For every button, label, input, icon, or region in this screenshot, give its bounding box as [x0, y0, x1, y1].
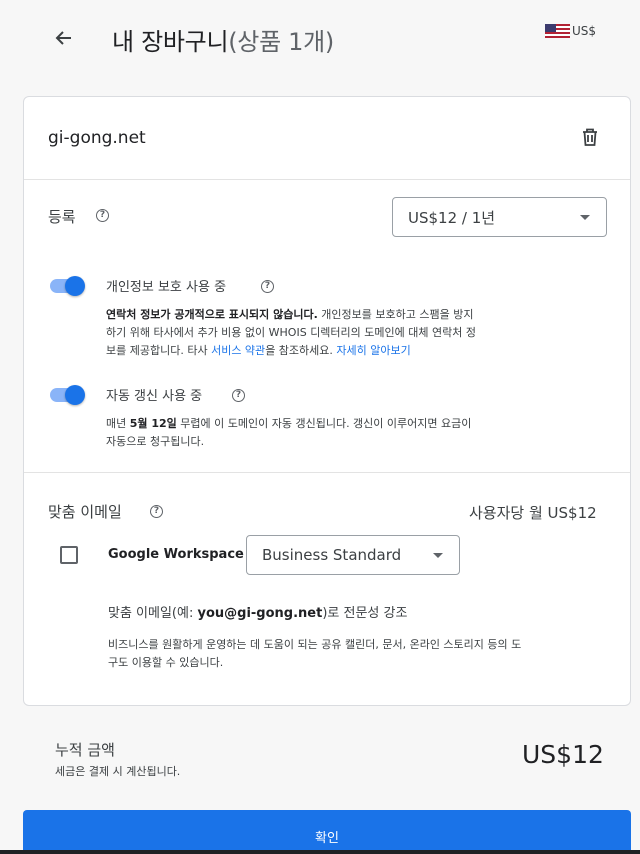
domain-name: gi-gong.net [48, 128, 146, 148]
registration-help-icon[interactable]: ? [96, 209, 109, 222]
email-promo: 맞춤 이메일(예: you@gi-gong.net)로 전문성 강조 [108, 602, 407, 621]
email-price: 사용자당 월 US$12 [469, 504, 597, 522]
header: 내 장바구니(상품 1개) US$ [0, 0, 640, 78]
chevron-down-icon [433, 553, 443, 558]
privacy-toggle[interactable] [49, 276, 86, 296]
toggle-knob [65, 276, 85, 296]
custom-email-help-icon[interactable]: ? [150, 505, 163, 518]
privacy-help-icon[interactable]: ? [261, 280, 274, 293]
auto-renew-desc-line2: 자동으로 청구됩니다. [106, 435, 205, 448]
registration-term-value: US$12 / 1년 [408, 208, 496, 227]
toggle-knob [65, 385, 85, 405]
auto-renew-label: 자동 갱신 사용 중 [106, 389, 203, 404]
registration-term-select[interactable]: US$12 / 1년 [392, 197, 607, 237]
auto-renew-help-icon[interactable]: ? [232, 389, 245, 402]
total-amount: US$12 [522, 740, 604, 769]
workspace-plan-select[interactable]: Business Standard [246, 535, 460, 575]
terms-link[interactable]: 서비스 약관 [211, 344, 265, 357]
chevron-down-icon [580, 215, 590, 220]
privacy-description: 연락처 정보가 공개적으로 표시되지 않습니다. 개인정보를 보호하고 스팸을 … [106, 306, 576, 360]
privacy-desc-bold: 연락처 정보가 공개적으로 표시되지 않습니다. [106, 308, 318, 321]
arrow-left-icon [55, 31, 71, 45]
currency-label: US$ [572, 24, 597, 38]
page-title: 내 장바구니(상품 1개) [112, 22, 334, 57]
auto-renew-description: 매년 5월 12일 무렵에 이 도메인이 자동 갱신됩니다. 갱신이 이루어지면… [106, 415, 576, 451]
delete-button[interactable] [578, 125, 602, 149]
item-count: (상품 1개) [228, 28, 334, 56]
bottom-bar [0, 850, 640, 854]
confirm-button[interactable]: 확인 [23, 810, 631, 854]
workspace-desc-line2: 구도 이용할 수 있습니다. [108, 656, 224, 669]
workspace-checkbox[interactable] [60, 546, 78, 564]
privacy-label: 개인정보 보호 사용 중 [106, 280, 227, 295]
workspace-desc-line1: 비즈니스를 원활하게 운영하는 데 도움이 되는 공유 캘린더, 문서, 온라인… [108, 638, 522, 651]
workspace-plan-value: Business Standard [262, 546, 402, 564]
privacy-desc-line3a: 보를 제공합니다. 타사 [106, 344, 212, 357]
auto-renew-desc-b: 무렵에 이 도메인이 자동 갱신됩니다. 갱신이 이루어지면 요금이 [176, 417, 472, 430]
workspace-product: Google Workspace [108, 547, 244, 562]
cart-item-card: gi-gong.net 등록 ? US$12 / 1년 개인정보 보호 사용 중… [23, 96, 631, 706]
divider [24, 472, 630, 473]
email-example: you@gi-gong.net [197, 606, 323, 621]
registration-label: 등록 [48, 208, 76, 226]
custom-email-label: 맞춤 이메일 [48, 503, 122, 521]
tax-note: 세금은 결제 시 계산됩니다. [55, 765, 181, 778]
renew-date: 5월 12일 [129, 417, 177, 430]
privacy-desc-line3b: 을 참조하세요. [265, 344, 337, 357]
workspace-description: 비즈니스를 원활하게 운영하는 데 도움이 되는 공유 캘린더, 문서, 온라인… [108, 636, 618, 672]
trash-icon [583, 128, 597, 146]
total-label: 누적 금액 [55, 741, 115, 759]
confirm-label: 확인 [315, 831, 339, 846]
currency-selector[interactable]: US$ [545, 24, 596, 38]
page-title-text: 내 장바구니 [112, 28, 229, 56]
auto-renew-desc-a: 매년 [106, 417, 130, 430]
us-flag-icon [545, 24, 570, 38]
email-promo-c: )로 전문성 강조 [322, 606, 408, 621]
email-promo-a: 맞춤 이메일(예: [108, 606, 198, 621]
auto-renew-toggle[interactable] [49, 385, 86, 405]
privacy-desc-line2: 하기 위해 타사에서 추가 비용 없이 WHOIS 디렉터리의 도메인에 대체 … [106, 326, 476, 339]
divider [24, 179, 630, 180]
learn-more-link[interactable]: 자세히 알아보기 [336, 344, 410, 357]
back-button[interactable] [50, 24, 78, 52]
privacy-desc-line1: 개인정보를 보호하고 스팸을 방지 [317, 308, 474, 321]
